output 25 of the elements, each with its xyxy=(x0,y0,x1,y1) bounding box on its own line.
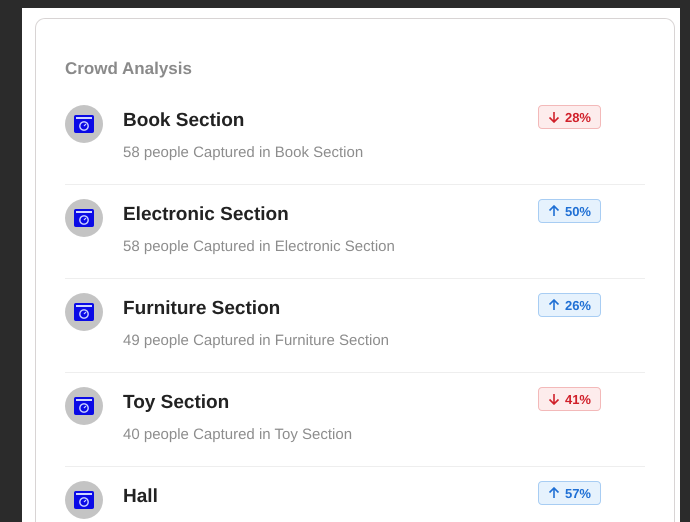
arrow-up-icon xyxy=(548,299,560,311)
section-caption: 49 people Captured in Furniture Section xyxy=(123,332,390,349)
camera-icon xyxy=(65,481,103,519)
section-caption: 58 people Captured in Electronic Section xyxy=(123,238,396,255)
section-name: Furniture Section xyxy=(123,298,282,320)
section-name: Toy Section xyxy=(123,392,230,414)
camera-icon xyxy=(65,387,103,425)
camera-icon xyxy=(65,105,103,143)
change-badge: 50% xyxy=(538,199,601,223)
change-badge: 57% xyxy=(538,481,601,505)
section-name: Electronic Section xyxy=(123,204,290,226)
arrow-up-icon xyxy=(548,205,560,217)
arrow-up-icon xyxy=(548,487,560,499)
change-badge: 28% xyxy=(538,105,601,129)
change-badge: 41% xyxy=(538,387,601,411)
camera-icon xyxy=(65,293,103,331)
section-name: Book Section xyxy=(123,110,246,132)
section-caption: 40 people Captured in Toy Section xyxy=(123,426,354,443)
arrow-down-icon xyxy=(548,111,560,123)
camera-icon xyxy=(65,199,103,237)
arrow-down-icon xyxy=(548,393,560,405)
section-name: Hall xyxy=(123,486,159,508)
change-badge: 26% xyxy=(538,293,601,317)
section-caption: 58 people Captured in Book Section xyxy=(123,144,364,161)
card-title: Crowd Analysis xyxy=(65,59,193,79)
